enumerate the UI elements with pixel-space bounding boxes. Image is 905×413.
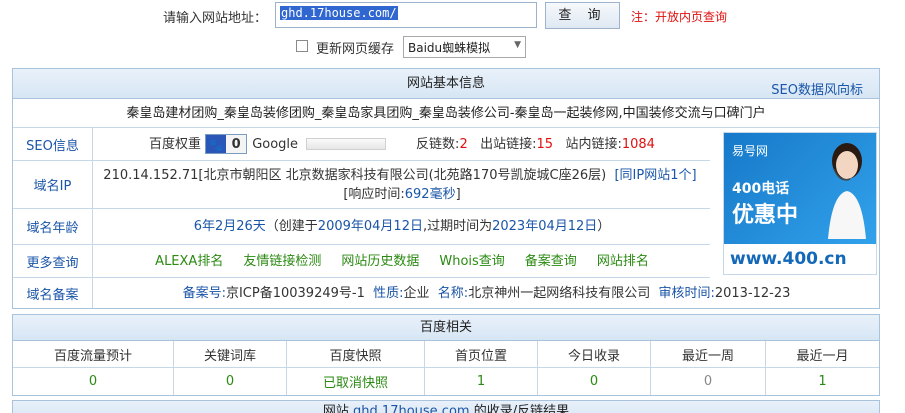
- more-query-links: ALEXA排名 友情链接检测 网站历史数据 Whois查询 备案查询 网站排名: [94, 245, 710, 277]
- spider-select[interactable]: Baidu蜘蛛模拟 ▼: [403, 36, 526, 58]
- basic-info-panel: 网站基本信息 SEO数据风向标 秦皇岛建材团购_秦皇岛装修团购_秦皇岛家具团购_…: [12, 68, 880, 309]
- col-home-position: 首页位置: [425, 341, 538, 367]
- domain-age-row: 域名年龄 6年2月26天 （创建于 2009年04月12日 ,过期时间为 2023年04…: [13, 209, 710, 245]
- index-results-suffix: 的收录/反链结果: [473, 404, 570, 413]
- col-traffic: 百度流量预计: [13, 341, 174, 367]
- site-title: 秦皇岛建材团购_秦皇岛装修团购_秦皇岛家具团购_秦皇岛装修公司-秦皇岛一起装修网…: [126, 105, 766, 121]
- seo-content: 百度权重 🐾 0 Google 反链数: 2 出站链接: 15 站内链接: 1084: [94, 128, 710, 160]
- domain-age-value: 6年2月26天: [193, 219, 266, 234]
- banner-line1: 400电话: [732, 181, 790, 197]
- site-history-link[interactable]: 网站历史数据: [341, 252, 419, 271]
- banner-line2: 优惠中: [732, 203, 799, 228]
- icp-query-link[interactable]: 备案查询: [525, 252, 577, 271]
- baidu-panel: 百度相关 百度流量预计 关键词库 百度快照 首页位置 今日收录 最近一周 最近一…: [12, 314, 880, 396]
- baidu-panel-header: 百度相关: [13, 315, 879, 341]
- baidu-columns: 百度流量预计 关键词库 百度快照 首页位置 今日收录 最近一周 最近一月: [13, 341, 879, 368]
- site-rank-link[interactable]: 网站排名: [597, 252, 649, 271]
- seo-label: SEO信息: [13, 128, 93, 160]
- icp-no: 京ICP备10039249号-1: [225, 285, 365, 301]
- banner-brand: 易号网: [732, 144, 769, 158]
- val-last-week[interactable]: 0: [651, 368, 766, 395]
- icp-nature-label: 性质:: [373, 285, 404, 301]
- domain-age-content: 6年2月26天 （创建于 2009年04月12日 ,过期时间为 2023年04月12日）: [94, 209, 710, 244]
- domain-ip-row: 域名IP 210.14.152.71[北京市朝阳区 北京数据家科技有限公司(北苑…: [13, 161, 710, 209]
- backlinks-label: 反链数:: [416, 136, 460, 152]
- expire-prefix: ,过期时间为: [422, 219, 493, 234]
- index-results-header: 网站 ghd.17house.com 的收录/反链结果: [13, 401, 879, 413]
- expire-date: 2023年04月12日: [492, 219, 598, 234]
- domain-age-label: 域名年龄: [13, 209, 93, 244]
- icp-content: 备案号: 京ICP备10039249号-1 性质: 企业 名称: 北京神州一起网络科技…: [94, 278, 879, 308]
- same-ip-link[interactable]: [同IP网站1个]: [614, 168, 696, 183]
- chevron-down-icon: ▼: [514, 40, 521, 50]
- icp-name: 北京神州一起网络科技有限公司: [468, 285, 651, 301]
- update-cache-label: 更新网页缓存: [316, 42, 395, 57]
- inlinks-label: 站内链接:: [565, 136, 622, 152]
- agent-headset-icon: [828, 143, 866, 239]
- val-keywords[interactable]: 0: [174, 368, 287, 395]
- col-last-month: 最近一月: [796, 348, 849, 364]
- val-traffic[interactable]: 0: [13, 368, 174, 395]
- baidu-weight-label: 百度权重: [149, 136, 202, 152]
- val-snapshot[interactable]: 已取消快照: [287, 368, 425, 395]
- query-note: 注：开放内页查询: [631, 10, 728, 24]
- response-value: 692毫秒: [404, 186, 456, 202]
- whois-link[interactable]: Whois查询: [439, 252, 504, 271]
- update-cache-checkbox[interactable]: [296, 40, 308, 52]
- icp-no-label: 备案号:: [182, 285, 226, 301]
- age-suffix: ）: [597, 219, 611, 234]
- banner-url: www.400.cn: [724, 244, 876, 274]
- icp-row: 域名备案 备案号: 京ICP备10039249号-1 性质: 企业 名称: 北京神州一…: [13, 278, 879, 308]
- url-input-label: 请输入网站地址：: [163, 11, 268, 26]
- baidu-weight-badge[interactable]: 🐾 0: [205, 134, 248, 154]
- created-prefix: （创建于: [265, 219, 318, 234]
- inlinks-value[interactable]: 1084: [622, 135, 655, 154]
- val-last-month[interactable]: 1: [766, 368, 879, 395]
- domain-ip-content: 210.14.152.71[北京市朝阳区 北京数据家科技有限公司(北苑路170号…: [94, 161, 710, 208]
- baidu-values: 0 0 已取消快照 1 0 0 1: [13, 368, 879, 395]
- ad-banner-400[interactable]: 易号网 400电话 优惠中 www.400.cn: [723, 132, 877, 275]
- val-home-position[interactable]: 1: [425, 368, 538, 395]
- col-snapshot: 百度快照: [287, 341, 425, 367]
- col-keywords: 关键词库: [174, 341, 287, 367]
- alexa-rank-link[interactable]: ALEXA排名: [155, 252, 223, 271]
- more-query-label: 更多查询: [13, 245, 93, 277]
- icp-label: 域名备案: [13, 278, 93, 308]
- outlinks-value[interactable]: 15: [537, 135, 554, 154]
- basic-info-title: 网站基本信息: [406, 76, 485, 91]
- url-input[interactable]: ghd.17house.com/: [275, 2, 537, 28]
- site-title-row: 秦皇岛建材团购_秦皇岛装修团购_秦皇岛家具团购_秦皇岛装修公司-秦皇岛一起装修网…: [13, 99, 879, 128]
- response-end: ]: [455, 186, 461, 202]
- created-date: 2009年04月12日: [317, 219, 423, 234]
- response-label: [响应时间:: [343, 186, 405, 202]
- val-today-index[interactable]: 0: [538, 368, 651, 395]
- backlinks-value[interactable]: 2: [459, 135, 467, 154]
- col-last-week: 最近一周: [651, 341, 766, 367]
- google-label: Google: [252, 136, 299, 152]
- index-results-domain[interactable]: ghd.17house.com: [353, 404, 470, 413]
- friend-link-check-link[interactable]: 友情链接检测: [243, 252, 321, 271]
- spider-select-value: Baidu蜘蛛模拟: [408, 41, 491, 55]
- outlinks-label: 出站链接:: [480, 136, 537, 152]
- ip-location: 210.14.152.71[北京市朝阳区 北京数据家科技有限公司(北苑路170号…: [103, 167, 607, 183]
- icp-date-label: 审核时间:: [658, 285, 715, 301]
- google-pr-bar: [306, 138, 387, 150]
- index-results-panel: 网站 ghd.17house.com 的收录/反链结果: [12, 400, 880, 413]
- paw-icon: 🐾: [206, 135, 227, 153]
- icp-name-label: 名称:: [437, 285, 469, 301]
- query-button[interactable]: 查 询: [545, 2, 620, 29]
- index-results-prefix: 网站: [322, 404, 349, 413]
- basic-info-header: 网站基本信息 SEO数据风向标: [13, 69, 879, 99]
- more-query-row: 更多查询 ALEXA排名 友情链接检测 网站历史数据 Whois查询 备案查询 …: [13, 245, 710, 278]
- url-input-value: ghd.17house.com/: [280, 6, 398, 20]
- baidu-weight-value: 0: [226, 135, 247, 153]
- domain-ip-label: 域名IP: [13, 161, 93, 208]
- col-today-index: 今日收录: [538, 341, 651, 367]
- seo-row: SEO信息 百度权重 🐾 0 Google 反链数: 2 出站链接: 15 站内链接…: [13, 128, 710, 161]
- icp-nature: 企业: [403, 285, 430, 301]
- icp-date: 2013-12-23: [714, 285, 791, 301]
